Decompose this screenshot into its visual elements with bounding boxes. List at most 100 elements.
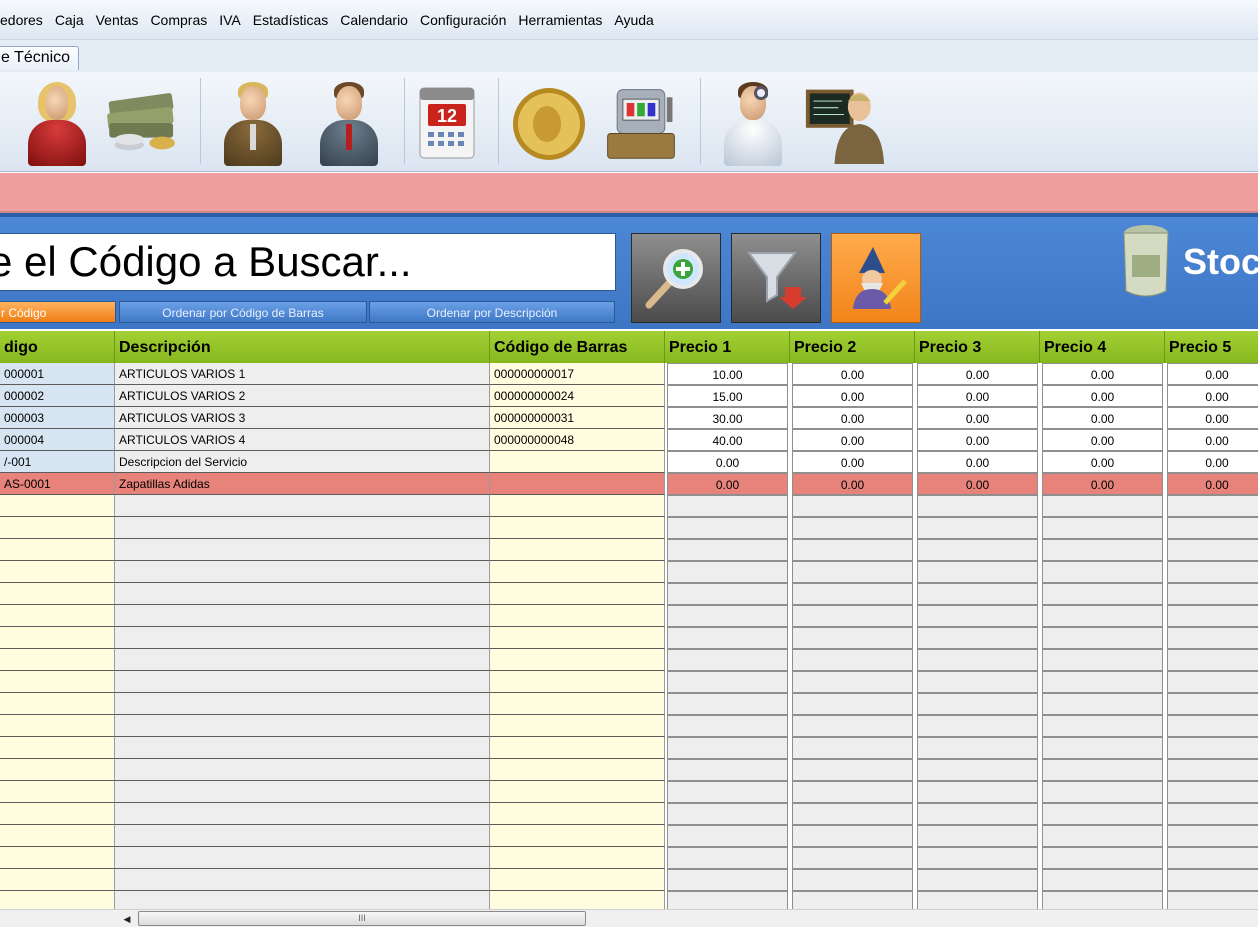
cell-barcode[interactable]: [490, 451, 665, 473]
col-precio-1[interactable]: Precio 1: [665, 331, 790, 363]
cell-price-5[interactable]: [1167, 715, 1258, 737]
cell-price-2[interactable]: 0.00: [792, 363, 913, 385]
cell-barcode[interactable]: [490, 539, 665, 561]
cell-price-2[interactable]: [792, 561, 913, 583]
cell-barcode[interactable]: [490, 869, 665, 891]
cell-price-3[interactable]: [917, 627, 1038, 649]
cell-price-1[interactable]: [667, 715, 788, 737]
cell-price-2[interactable]: [792, 715, 913, 737]
cell-price-4[interactable]: [1042, 583, 1163, 605]
cell-description[interactable]: [115, 583, 490, 605]
cell-code[interactable]: 000001: [0, 363, 115, 385]
cell-barcode[interactable]: [490, 495, 665, 517]
cell-barcode[interactable]: [490, 627, 665, 649]
cell-price-3[interactable]: [917, 715, 1038, 737]
cell-barcode[interactable]: [490, 561, 665, 583]
empty-row[interactable]: [0, 693, 1258, 715]
cell-price-4[interactable]: [1042, 759, 1163, 781]
scroll-thumb[interactable]: III: [138, 911, 586, 926]
cell-price-2[interactable]: [792, 847, 913, 869]
cell-price-3[interactable]: [917, 517, 1038, 539]
empty-row[interactable]: [0, 869, 1258, 891]
cell-price-1[interactable]: [667, 781, 788, 803]
cell-description[interactable]: [115, 627, 490, 649]
cell-price-2[interactable]: [792, 891, 913, 909]
cell-price-4[interactable]: 0.00: [1042, 429, 1163, 451]
cell-description[interactable]: ARTICULOS VARIOS 3: [115, 407, 490, 429]
col-codigo-barras[interactable]: Código de Barras: [490, 331, 665, 363]
horizontal-scrollbar[interactable]: ◀ III: [0, 909, 1258, 927]
cell-price-1[interactable]: [667, 737, 788, 759]
cell-price-1[interactable]: [667, 561, 788, 583]
cell-price-1[interactable]: [667, 847, 788, 869]
cell-price-5[interactable]: [1167, 671, 1258, 693]
empty-row[interactable]: [0, 627, 1258, 649]
cell-price-3[interactable]: 0.00: [917, 429, 1038, 451]
cell-price-5[interactable]: [1167, 561, 1258, 583]
menu-estadisticas[interactable]: Estadísticas: [247, 12, 334, 28]
cell-price-2[interactable]: [792, 649, 913, 671]
table-row[interactable]: 000004 ARTICULOS VARIOS 4 000000000048 40.0…: [0, 429, 1258, 451]
cell-price-3[interactable]: [917, 825, 1038, 847]
tab-servicio-tecnico[interactable]: e Técnico: [0, 46, 80, 70]
search-input[interactable]: e el Código a Buscar...: [0, 233, 616, 291]
menu-proveedores[interactable]: edores: [0, 12, 49, 28]
table-row[interactable]: 000001 ARTICULOS VARIOS 1 000000000017 10.0…: [0, 363, 1258, 385]
empty-row[interactable]: [0, 781, 1258, 803]
cell-price-4[interactable]: [1042, 495, 1163, 517]
cell-barcode[interactable]: [490, 891, 665, 909]
cell-price-5[interactable]: [1167, 583, 1258, 605]
cell-code[interactable]: [0, 539, 115, 561]
cell-description[interactable]: [115, 759, 490, 781]
cell-code[interactable]: [0, 803, 115, 825]
cell-description[interactable]: [115, 737, 490, 759]
cell-price-1[interactable]: [667, 671, 788, 693]
filter-button[interactable]: [731, 233, 821, 323]
col-descripcion[interactable]: Descripción: [115, 331, 490, 363]
menu-herramientas[interactable]: Herramientas: [512, 12, 608, 28]
cell-code[interactable]: [0, 847, 115, 869]
cell-description[interactable]: [115, 693, 490, 715]
cell-price-1[interactable]: 0.00: [667, 473, 788, 495]
cell-price-1[interactable]: 30.00: [667, 407, 788, 429]
cell-description[interactable]: ARTICULOS VARIOS 2: [115, 385, 490, 407]
calendar-icon[interactable]: 12: [406, 78, 488, 168]
cell-code[interactable]: [0, 517, 115, 539]
cell-code[interactable]: 000004: [0, 429, 115, 451]
cell-price-1[interactable]: [667, 627, 788, 649]
cell-barcode[interactable]: [490, 671, 665, 693]
cell-price-2[interactable]: 0.00: [792, 429, 913, 451]
menu-configuracion[interactable]: Configuración: [414, 12, 512, 28]
cell-code[interactable]: [0, 561, 115, 583]
cell-barcode[interactable]: [490, 781, 665, 803]
cell-price-5[interactable]: [1167, 803, 1258, 825]
cell-price-3[interactable]: [917, 803, 1038, 825]
cell-description[interactable]: [115, 561, 490, 583]
cell-price-4[interactable]: [1042, 605, 1163, 627]
cell-price-4[interactable]: [1042, 693, 1163, 715]
cell-description[interactable]: [115, 517, 490, 539]
cell-barcode[interactable]: [490, 737, 665, 759]
cell-price-4[interactable]: [1042, 539, 1163, 561]
empty-row[interactable]: [0, 605, 1258, 627]
cell-price-3[interactable]: 0.00: [917, 473, 1038, 495]
menu-calendario[interactable]: Calendario: [334, 12, 414, 28]
cell-price-2[interactable]: [792, 759, 913, 781]
cell-description[interactable]: Descripcion del Servicio: [115, 451, 490, 473]
cell-price-5[interactable]: [1167, 781, 1258, 803]
sort-by-barcode-button[interactable]: Ordenar por Código de Barras: [119, 301, 367, 323]
cell-price-5[interactable]: [1167, 737, 1258, 759]
cell-price-3[interactable]: [917, 759, 1038, 781]
cell-barcode[interactable]: [490, 803, 665, 825]
cell-price-4[interactable]: [1042, 891, 1163, 909]
cell-description[interactable]: [115, 715, 490, 737]
cell-price-3[interactable]: [917, 891, 1038, 909]
cell-code[interactable]: 000003: [0, 407, 115, 429]
col-precio-5[interactable]: Precio 5: [1165, 331, 1258, 363]
cell-price-3[interactable]: [917, 869, 1038, 891]
cell-price-2[interactable]: [792, 605, 913, 627]
cell-price-5[interactable]: [1167, 847, 1258, 869]
cell-code[interactable]: [0, 693, 115, 715]
empty-row[interactable]: [0, 803, 1258, 825]
cell-price-4[interactable]: [1042, 671, 1163, 693]
